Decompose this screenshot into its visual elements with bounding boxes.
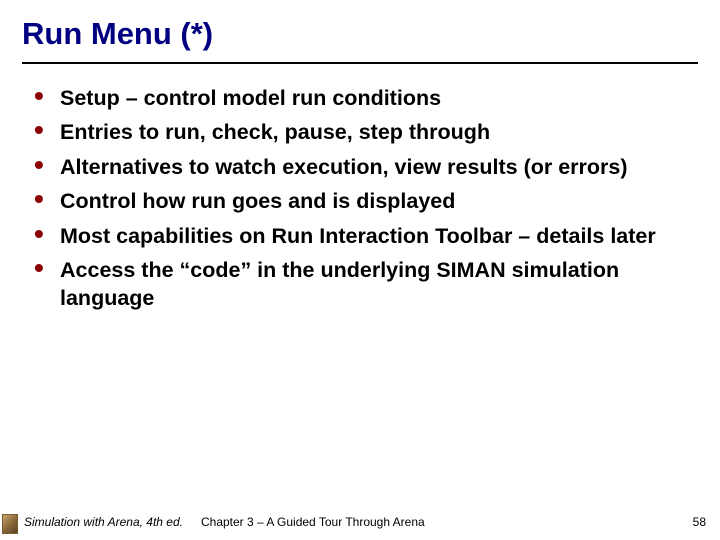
slide: Run Menu (*) Setup – control model run c… <box>0 0 720 540</box>
bullet-list: Setup – control model run conditions Ent… <box>22 84 698 313</box>
list-item: Most capabilities on Run Interaction Too… <box>34 222 698 250</box>
page-number: 58 <box>693 515 706 529</box>
list-item: Access the “code” in the underlying SIMA… <box>34 256 698 313</box>
book-icon <box>2 514 18 534</box>
footer: Simulation with Arena, 4th ed. Chapter 3… <box>0 510 720 534</box>
list-item: Setup – control model run conditions <box>34 84 698 112</box>
footer-left-text: Simulation with Arena, 4th ed. <box>24 515 183 529</box>
slide-title: Run Menu (*) <box>22 16 698 52</box>
list-item: Entries to run, check, pause, step throu… <box>34 118 698 146</box>
title-underline <box>22 62 698 64</box>
list-item: Control how run goes and is displayed <box>34 187 698 215</box>
footer-center-text: Chapter 3 – A Guided Tour Through Arena <box>201 515 425 529</box>
list-item: Alternatives to watch execution, view re… <box>34 153 698 181</box>
